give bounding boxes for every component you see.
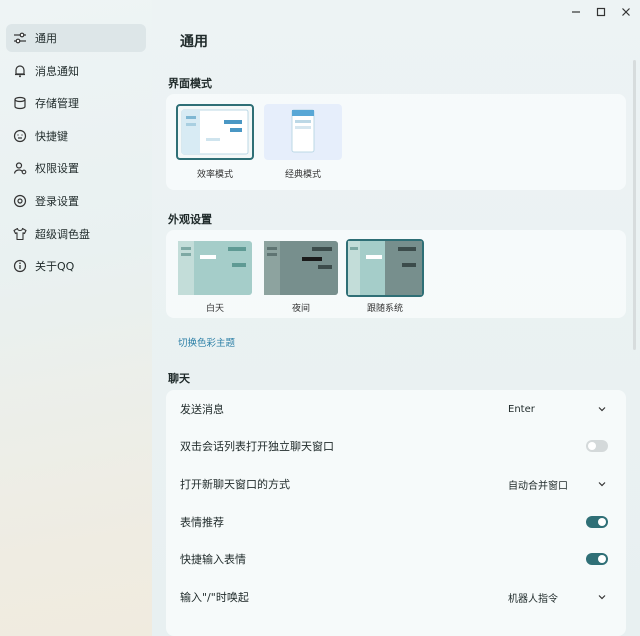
- sidebar-item-label: 快捷键: [35, 129, 68, 143]
- section-interface-mode: 界面模式: [168, 77, 212, 90]
- theme-system-label: 跟随系统: [366, 304, 403, 314]
- sidebar-item-about[interactable]: 关于QQ: [6, 252, 146, 280]
- sidebar-item-storage[interactable]: 存储管理: [6, 89, 146, 117]
- quick-emoji-toggle[interactable]: [586, 553, 608, 565]
- info-icon: [13, 259, 27, 273]
- sidebar-item-label: 超级调色盘: [35, 227, 90, 241]
- slash-trigger-label: 输入"/"时唤起: [180, 591, 249, 604]
- appearance-card: 白天 夜间 跟随系统: [166, 230, 626, 318]
- double-click-open-label: 双击会话列表打开独立聊天窗口: [180, 440, 334, 453]
- theme-day-label: 白天: [205, 304, 224, 314]
- emoji-recommend-row: 表情推荐: [180, 512, 620, 532]
- sidebar-item-label: 通用: [35, 32, 57, 45]
- theme-day-option[interactable]: [178, 241, 252, 295]
- bell-icon: [13, 64, 27, 78]
- efficiency-mode-option[interactable]: [176, 104, 254, 160]
- double-click-open-toggle[interactable]: [586, 440, 608, 452]
- classic-mode-label: 经典模式: [284, 170, 321, 180]
- chevron-down-icon: [598, 407, 606, 412]
- send-message-label: 发送消息: [180, 403, 224, 416]
- system-theme-preview-icon: [348, 241, 422, 295]
- user-shield-icon: [13, 161, 27, 175]
- efficiency-mode-label: 效率模式: [196, 170, 233, 180]
- double-click-open-row: 双击会话列表打开独立聊天窗口: [180, 436, 620, 456]
- sidebar-item-label: 存储管理: [35, 97, 79, 111]
- slash-trigger-select[interactable]: 机器人指令: [502, 586, 612, 608]
- page-title: 通用: [180, 34, 208, 50]
- sidebar-item-permissions[interactable]: 权限设置: [6, 154, 146, 182]
- emoji-recommend-label: 表情推荐: [180, 516, 224, 529]
- day-theme-preview-icon: [178, 241, 252, 295]
- main-panel: 通用 界面模式 效率模式 经典模式 外观设置 白天 夜间 跟随系统 切换色彩主题…: [166, 0, 626, 636]
- send-message-value: Enter: [508, 403, 535, 415]
- sidebar-item-general[interactable]: 通用: [6, 24, 146, 52]
- database-icon: [13, 96, 27, 110]
- section-appearance: 外观设置: [168, 213, 212, 226]
- send-message-select[interactable]: Enter: [502, 398, 612, 420]
- gear-icon: [13, 194, 27, 208]
- slash-trigger-row: 输入"/"时唤起 机器人指令: [180, 587, 620, 607]
- classic-mode-option[interactable]: [264, 104, 342, 160]
- keyboard-icon: [13, 129, 27, 143]
- sidebar-item-notifications[interactable]: 消息通知: [6, 57, 146, 85]
- sidebar-item-shortcuts[interactable]: 快捷键: [6, 122, 146, 150]
- theme-night-option[interactable]: [264, 241, 338, 295]
- chevron-down-icon: [598, 595, 606, 600]
- sidebar-item-login[interactable]: 登录设置: [6, 187, 146, 215]
- night-theme-preview-icon: [264, 241, 338, 295]
- emoji-recommend-toggle[interactable]: [586, 516, 608, 528]
- sidebar-item-palette[interactable]: 超级调色盘: [6, 220, 146, 248]
- sidebar-item-label: 登录设置: [35, 194, 79, 208]
- sliders-icon: [13, 31, 27, 45]
- sidebar-item-label: 权限设置: [35, 162, 79, 176]
- section-chat: 聊天: [168, 372, 190, 385]
- slash-trigger-value: 机器人指令: [508, 593, 558, 605]
- theme-system-option[interactable]: [346, 239, 424, 297]
- sidebar-item-label: 关于QQ: [35, 260, 75, 274]
- open-new-window-value: 自动合并窗口: [508, 480, 568, 492]
- quick-emoji-row: 快捷输入表情: [180, 549, 620, 569]
- send-message-row: 发送消息 Enter: [180, 399, 620, 419]
- efficiency-mode-preview-icon: [181, 109, 249, 155]
- sidebar-item-label: 消息通知: [35, 64, 79, 78]
- open-new-window-label: 打开新聊天窗口的方式: [180, 478, 290, 491]
- switch-color-theme-link[interactable]: 切换色彩主题: [178, 335, 235, 349]
- open-new-window-row: 打开新聊天窗口的方式 自动合并窗口: [180, 474, 620, 494]
- sidebar: 通用 消息通知 存储管理 快捷键 权限设置 登录设置 超级调色盘 关于QQ: [0, 0, 152, 636]
- open-new-window-select[interactable]: 自动合并窗口: [502, 473, 612, 495]
- scrollbar[interactable]: [633, 60, 636, 350]
- interface-mode-card: 效率模式 经典模式: [166, 94, 626, 190]
- theme-night-label: 夜间: [291, 304, 310, 314]
- classic-mode-preview-icon: [291, 109, 315, 153]
- chevron-down-icon: [598, 482, 606, 487]
- shirt-icon: [13, 227, 27, 241]
- quick-emoji-label: 快捷输入表情: [180, 553, 246, 566]
